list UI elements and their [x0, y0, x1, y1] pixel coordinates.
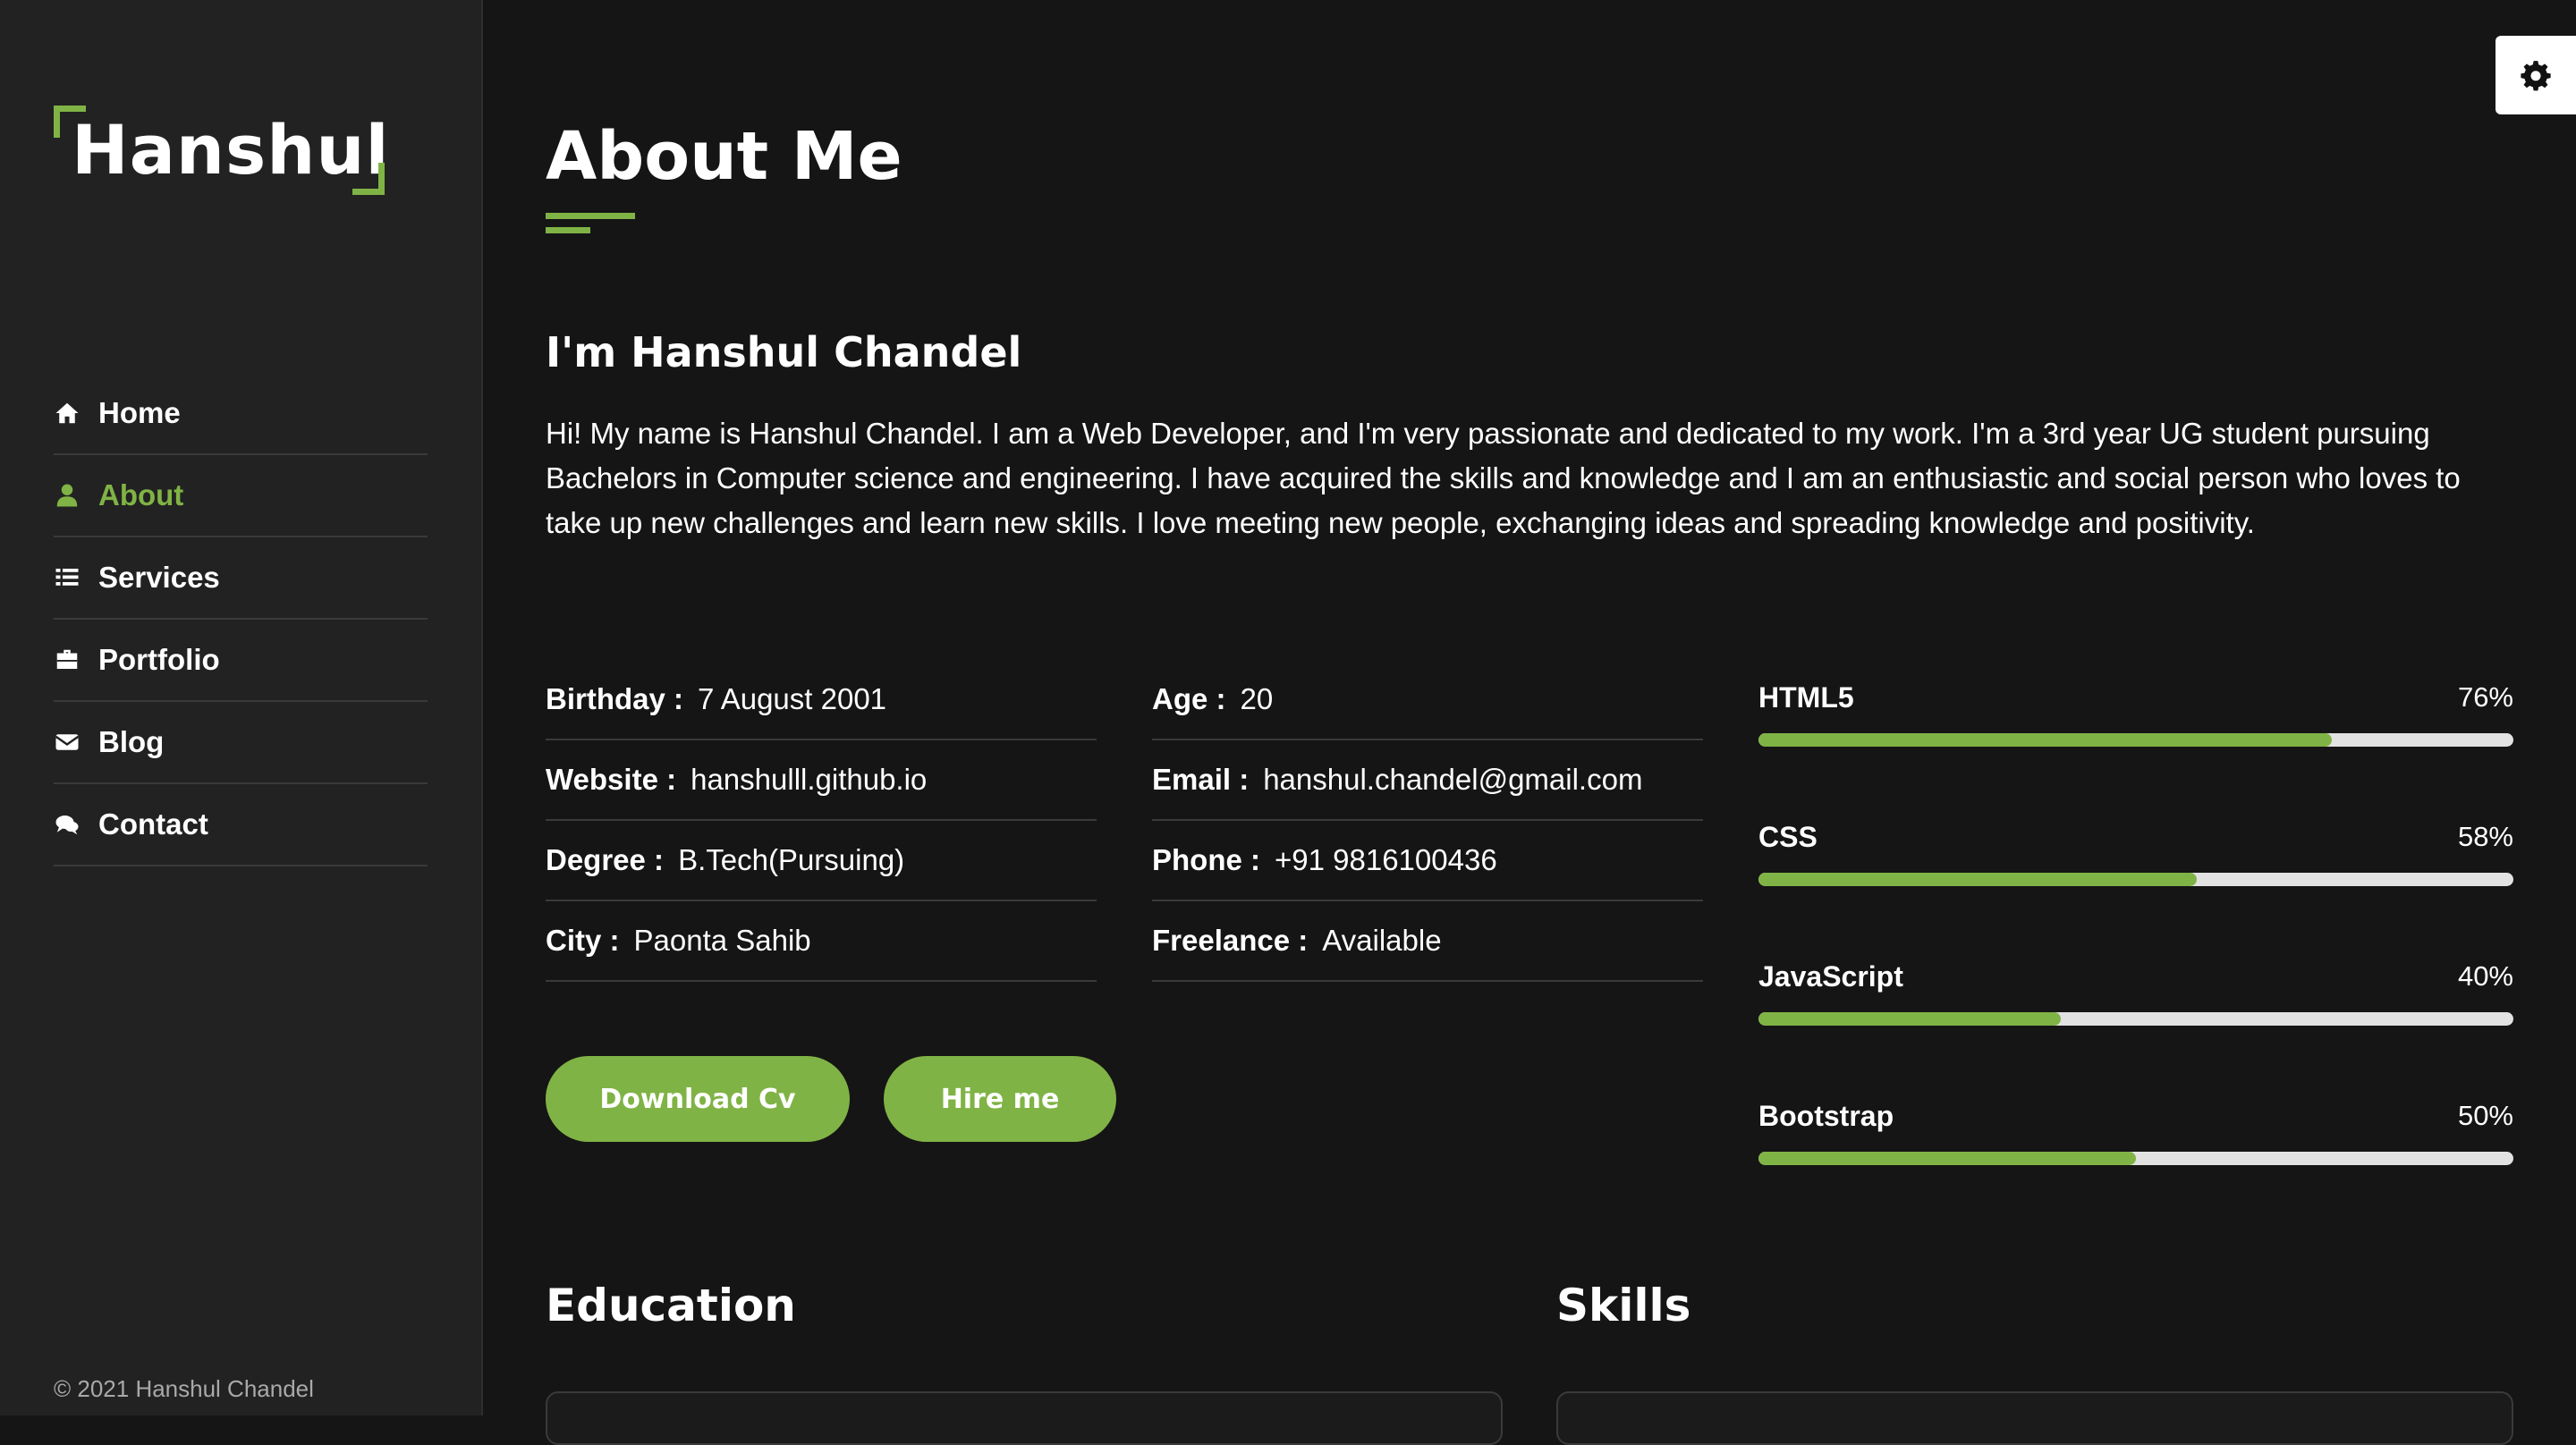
skill-item: Bootstrap 50%: [1758, 1089, 2513, 1229]
info-value: 7 August 2001: [698, 682, 887, 715]
download-cv-button[interactable]: Download Cv: [546, 1056, 850, 1142]
nav-label-portfolio: Portfolio: [98, 643, 220, 676]
logo-text: Hanshul: [72, 110, 390, 190]
hire-me-button[interactable]: Hire me: [884, 1056, 1116, 1142]
info-label: Degree :: [546, 843, 665, 876]
logo-corner-bottom-right: [352, 163, 385, 195]
skill-bars: HTML5 76% CSS 58% JavaScript 40% Bootstr…: [1758, 671, 2513, 1229]
info-row-website: Website : hanshulll.github.io: [546, 740, 1097, 821]
nav-label-contact: Contact: [98, 807, 208, 841]
nav-item-contact[interactable]: Contact: [54, 784, 428, 866]
skills-heading: Skills: [1556, 1280, 1691, 1331]
about-section: About Me I'm Hanshul Chandel Hi! My name…: [546, 0, 2513, 1445]
nav-label-home: Home: [98, 396, 181, 429]
info-value: hanshul.chandel@gmail.com: [1263, 763, 1643, 796]
sidebar: Hanshul Home About Services Portfolio Bl…: [0, 0, 483, 1415]
user-icon: [54, 482, 80, 509]
info-label: Website :: [546, 763, 677, 796]
comments-icon: [54, 811, 80, 838]
info-value: B.Tech(Pursuing): [678, 843, 905, 876]
progress-fill: [1758, 1012, 2061, 1026]
progress-track: [1758, 733, 2513, 747]
info-label: Freelance :: [1152, 924, 1309, 957]
progress-fill: [1758, 733, 2333, 747]
skill-name: HTML5: [1758, 681, 1854, 714]
skill-item: JavaScript 40%: [1758, 950, 2513, 1089]
info-value: hanshulll.github.io: [691, 763, 928, 796]
intro-text: Hi! My name is Hanshul Chandel. I am a W…: [546, 417, 2461, 539]
skills-timeline-card: [1556, 1391, 2513, 1445]
skill-name: JavaScript: [1758, 960, 1903, 993]
skill-name: CSS: [1758, 821, 1818, 853]
nav-item-portfolio[interactable]: Portfolio: [54, 620, 428, 702]
skill-name: Bootstrap: [1758, 1100, 1894, 1132]
nav-label-about: About: [98, 478, 184, 511]
page-title: About Me: [546, 118, 902, 195]
logo[interactable]: Hanshul: [54, 106, 389, 195]
info-label: Birthday :: [546, 682, 684, 715]
list-icon: [54, 564, 80, 591]
skill-percent: 58%: [2457, 821, 2513, 852]
progress-fill: [1758, 1152, 2136, 1165]
nav-item-about[interactable]: About: [54, 455, 428, 537]
skill-percent: 40%: [2457, 960, 2513, 992]
info-value: +91 9816100436: [1275, 843, 1497, 876]
skill-item: CSS 58%: [1758, 810, 2513, 950]
title-underline-short: [546, 227, 590, 233]
skill-percent: 76%: [2457, 681, 2513, 713]
progress-track: [1758, 1012, 2513, 1026]
envelope-icon: [54, 729, 80, 756]
info-row-phone: Phone : +91 9816100436: [1152, 821, 1703, 901]
progress-fill: [1758, 873, 2197, 886]
title-underline: [546, 213, 635, 219]
nav-item-blog[interactable]: Blog: [54, 702, 428, 784]
education-heading: Education: [546, 1280, 796, 1331]
info-label: Email :: [1152, 763, 1250, 796]
briefcase-icon: [54, 646, 80, 673]
info-value: 20: [1240, 682, 1274, 715]
nav-menu: Home About Services Portfolio Blog Conta…: [54, 373, 428, 866]
skill-percent: 50%: [2457, 1100, 2513, 1131]
info-label: Age :: [1152, 682, 1226, 715]
nav-item-home[interactable]: Home: [54, 373, 428, 455]
gear-icon: [2521, 61, 2551, 91]
personal-info-left: Birthday : 7 August 2001 Website : hansh…: [546, 660, 1097, 982]
skill-item: HTML5 76%: [1758, 671, 2513, 810]
info-row-email: Email : hanshul.chandel@gmail.com: [1152, 740, 1703, 821]
info-value: Available: [1322, 924, 1442, 957]
personal-info-right: Age : 20 Email : hanshul.chandel@gmail.c…: [1152, 660, 1703, 982]
education-timeline-card: [546, 1391, 1503, 1445]
progress-track: [1758, 873, 2513, 886]
home-icon: [54, 400, 80, 427]
info-label: Phone :: [1152, 843, 1260, 876]
info-row-age: Age : 20: [1152, 660, 1703, 740]
nav-label-services: Services: [98, 561, 220, 594]
info-value: Paonta Sahib: [633, 924, 811, 957]
copyright: © 2021 Hanshul Chandel: [54, 1375, 314, 1402]
info-label: City :: [546, 924, 620, 957]
nav-label-blog: Blog: [98, 725, 165, 758]
nav-item-services[interactable]: Services: [54, 537, 428, 620]
info-row-city: City : Paonta Sahib: [546, 901, 1097, 982]
intro-heading: I'm Hanshul Chandel: [546, 328, 1022, 376]
info-row-birthday: Birthday : 7 August 2001: [546, 660, 1097, 740]
info-row-degree: Degree : B.Tech(Pursuing): [546, 821, 1097, 901]
progress-track: [1758, 1152, 2513, 1165]
info-row-freelance: Freelance : Available: [1152, 901, 1703, 982]
